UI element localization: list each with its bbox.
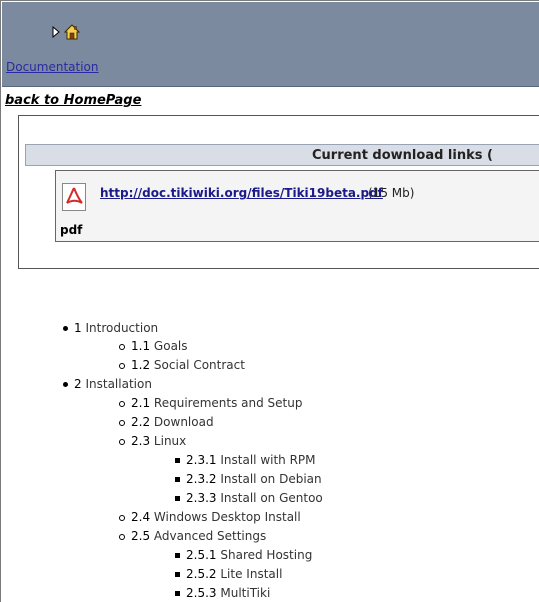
toc-item-2-2[interactable]: 2.2 Download [119,413,214,431]
circle-bullet-icon [119,438,125,445]
toc-item-1-2[interactable]: 1.2 Social Contract [119,356,245,374]
back-to-homepage-link[interactable]: back to HomePage [5,93,141,108]
toc-item-2-1[interactable]: 2.1 Requirements and Setup [119,394,302,412]
download-header: Current download links ( [25,144,539,166]
toc-item-2-4[interactable]: 2.4 Windows Desktop Install [119,508,301,526]
download-entry: pdf http://doc.tikiwiki.org/files/Tiki19… [55,170,539,242]
toc-item-2-3-3[interactable]: 2.3.3 Install on Gentoo [175,489,323,507]
home-icon[interactable] [64,24,80,40]
breadcrumb-icons [52,24,80,40]
circle-bullet-icon [119,400,125,407]
circle-bullet-icon [119,362,125,369]
page-frame: Documentation back to HomePage Current d… [0,0,539,602]
square-bullet-icon [175,458,180,463]
pdf-type-label: pdf [60,223,83,237]
toc-item-2-3-1[interactable]: 2.3.1 Install with RPM [175,451,316,469]
toc-item-2-5-1[interactable]: 2.5.1 Shared Hosting [175,546,312,564]
disc-bullet-icon [63,326,68,331]
disc-bullet-icon [63,382,68,387]
triangle-right-icon [52,26,60,38]
pdf-icon[interactable] [62,183,86,211]
square-bullet-icon [175,477,180,482]
breadcrumb-documentation-link[interactable]: Documentation [6,60,99,74]
toc-item-1[interactable]: 1 Introduction [63,319,158,337]
circle-bullet-icon [119,533,125,540]
toc-item-2-3-2[interactable]: 2.3.2 Install on Debian [175,470,322,488]
page-header: Documentation [2,2,539,87]
toc-item-2-3[interactable]: 2.3 Linux [119,432,186,450]
circle-bullet-icon [119,514,125,521]
toc-item-1-1[interactable]: 1.1 Goals [119,337,188,355]
circle-bullet-icon [119,343,125,350]
download-header-title: Current download links ( [312,148,493,163]
square-bullet-icon [175,572,180,577]
square-bullet-icon [175,553,180,558]
pdf-file-size: (15 Mb) [368,186,415,200]
toc-item-2[interactable]: 2 Installation [63,375,152,393]
circle-bullet-icon [119,419,125,426]
toc-item-2-5-2[interactable]: 2.5.2 Lite Install [175,565,282,583]
square-bullet-icon [175,591,180,596]
toc-item-2-5-3[interactable]: 2.5.3 MultiTiki [175,584,270,602]
download-box: Current download links ( pdf http://doc.… [18,115,539,269]
pdf-download-link[interactable]: http://doc.tikiwiki.org/files/Tiki19beta… [100,186,383,200]
square-bullet-icon [175,496,180,501]
toc-item-2-5[interactable]: 2.5 Advanced Settings [119,527,266,545]
